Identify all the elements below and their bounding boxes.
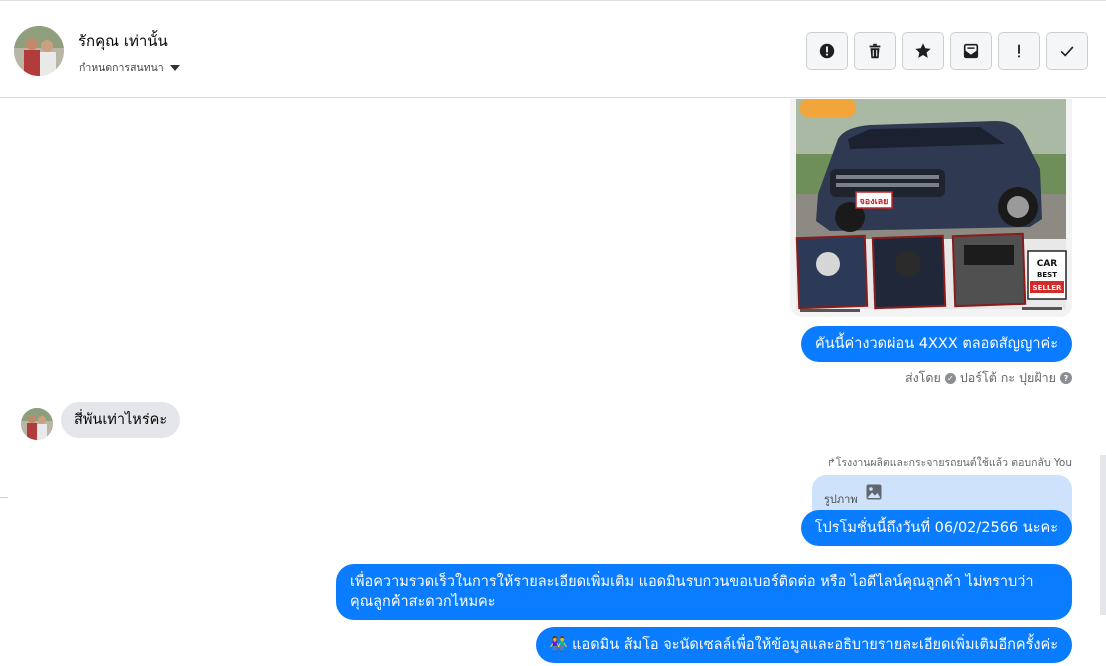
- check-icon: [1060, 46, 1074, 57]
- message-thread[interactable]: จองเลย CAR BEST SELLER คันนี้ค่างวดผ่อน …: [0, 99, 1106, 666]
- exclamation-icon: [1018, 44, 1020, 58]
- alert-circle-icon: [819, 43, 835, 59]
- sender-avatar[interactable]: [21, 408, 53, 440]
- scrollbar[interactable]: [1100, 455, 1106, 615]
- mark-unread-button[interactable]: [950, 32, 992, 70]
- message-bubble-outgoing[interactable]: โปรโมชั่นนี้ถึงวันที่ 06/02/2566 นะคะ: [800, 510, 1072, 546]
- mail-unread-icon: [963, 43, 979, 59]
- contact-name[interactable]: รักคุณ เท่านั้น: [78, 29, 168, 53]
- contact-avatar[interactable]: [14, 26, 64, 76]
- mark-spam-button[interactable]: [806, 32, 848, 70]
- trash-icon: [869, 43, 881, 59]
- reply-meta-text: โรงงานผลิตและกระจายรถยนต์ใช้แล้ว ตอบกลับ…: [835, 457, 1072, 469]
- message-bubble-outgoing[interactable]: เพื่อความรวดเร็วในการให้รายละเอียดเพิ่มเ…: [336, 564, 1072, 620]
- price-badge-text: จองเลย: [860, 197, 889, 207]
- sent-by-prefix: ส่งโดย: [904, 370, 941, 385]
- chevron-down-icon: [169, 64, 180, 71]
- star-button[interactable]: [902, 32, 944, 70]
- message-bubble-incoming[interactable]: สี่พันเท่าไหร่คะ: [61, 402, 181, 438]
- star-icon: [915, 43, 931, 58]
- reply-quote-label: รูปภาพ: [824, 493, 858, 506]
- important-button[interactable]: [998, 32, 1040, 70]
- conversation-header: รักคุณ เท่านั้น กำหนดการสนทนา: [0, 0, 1106, 98]
- divider: [0, 497, 8, 498]
- conversation-settings-dropdown[interactable]: กำหนดการสนทนา: [79, 59, 180, 76]
- seller-badge-line3: SELLER: [1033, 284, 1063, 292]
- people-emoji-icon: 👫: [549, 637, 568, 653]
- conversation-settings-label: กำหนดการสนทนา: [79, 62, 164, 74]
- mark-done-button[interactable]: [1046, 32, 1088, 70]
- seller-badge-line1: CAR: [1037, 259, 1058, 269]
- message-bubble-outgoing[interactable]: 👫 แอดมิน ส้มโอ จะนัดเซลล์เพื่อให้ข้อมูลแ…: [535, 627, 1072, 663]
- message-line: คุณลูกค้าสะดวกไหมคะ: [350, 594, 496, 610]
- sent-by-info: ส่งโดย ✓ ปอร์โต้ กะ ปุยฝ้าย ?: [905, 368, 1072, 388]
- sent-by-name[interactable]: ปอร์โต้ กะ ปุยฝ้าย: [960, 368, 1056, 388]
- message-image-car-ad[interactable]: จองเลย CAR BEST SELLER: [790, 99, 1072, 317]
- message-text: แอดมิน ส้มโอ จะนัดเซลล์เพื่อให้ข้อมูลและ…: [572, 637, 1058, 653]
- help-icon[interactable]: ?: [1060, 372, 1072, 384]
- message-bubble-outgoing[interactable]: คันนี้ค่างวดผ่อน 4XXX ตลอดสัญญาค่ะ: [801, 326, 1072, 362]
- delete-button[interactable]: [854, 32, 896, 70]
- reply-meta: ↱โรงงานผลิตและกระจายรถยนต์ใช้แล้ว ตอบกลั…: [827, 454, 1072, 471]
- message-line: เพื่อความรวดเร็วในการให้รายละเอียดเพิ่มเ…: [350, 574, 1034, 590]
- seller-badge-line2: BEST: [1037, 271, 1057, 279]
- verified-icon: ✓: [944, 372, 956, 384]
- image-icon: [866, 484, 882, 500]
- reply-arrow-icon: ↱: [826, 457, 836, 469]
- conversation-toolbar: [806, 32, 1088, 70]
